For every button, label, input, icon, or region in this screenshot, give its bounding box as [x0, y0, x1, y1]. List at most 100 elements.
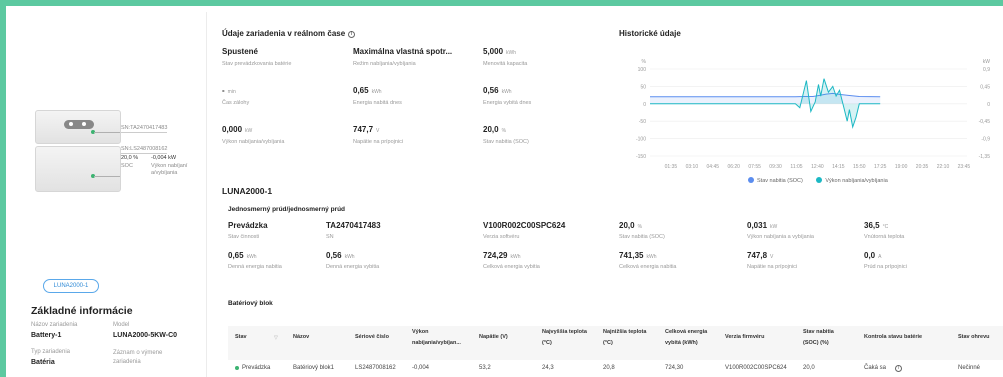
- column-header-line1-1: Názov: [293, 334, 310, 340]
- table-cell-7: 724,30: [665, 365, 684, 371]
- y-right-tick: 0: [987, 102, 990, 108]
- inverter-unit: [35, 110, 121, 144]
- column-header-4[interactable]: Napätie (V): [479, 332, 508, 343]
- column-header-line1-7: Celková energia: [665, 329, 708, 335]
- column-header-line1-8: Verzia firmvéru: [725, 334, 765, 340]
- info-circle-icon[interactable]: i: [895, 365, 902, 372]
- realtime-metric-1-value: Maximálna vlastná spotr...: [353, 47, 453, 56]
- table-cell-9: 20,0: [803, 365, 815, 371]
- column-header-line2-3: nabíjania/vybíjan...: [412, 340, 461, 346]
- y-right-tick: -0,45: [979, 119, 991, 125]
- luna-metric-0-value: Prevádzka: [228, 221, 268, 230]
- table-cell-11: Nečinné: [958, 365, 981, 371]
- column-header-11[interactable]: Stav ohrevu: [958, 332, 989, 343]
- realtime-metric-6-label: Výkon nabíjania/vybíjania: [222, 139, 285, 145]
- x-tick-label: 03:10: [686, 164, 699, 170]
- column-header-2[interactable]: Sériové číslo: [355, 332, 389, 343]
- luna-metric-5-unit: °C: [882, 224, 889, 230]
- realtime-metric-8-unit: %: [501, 128, 507, 134]
- luna-metric-6-value: 0,65 kWh: [228, 251, 257, 260]
- column-header-line2-9: (SOC) (%): [803, 340, 829, 346]
- luna-metric-4-label: Výkon nabíjania a vybíjania: [747, 234, 814, 240]
- luna-metric-6-unit: kWh: [246, 254, 257, 260]
- callout-power-value: -0,004 kW: [151, 155, 177, 161]
- column-header-6[interactable]: Najnižšia teplota (°C): [603, 327, 646, 349]
- luna-metric-0-label: Stav činnosti: [228, 234, 260, 240]
- column-header-1[interactable]: Názov: [293, 332, 309, 343]
- status-dot: [235, 366, 239, 370]
- luna-metric-6-label: Denná energia nabitia: [228, 264, 282, 270]
- callout-soc-value: 20,0 %: [121, 155, 139, 161]
- realtime-metric-8-value: 20,0%: [483, 125, 507, 134]
- filter-icon[interactable]: ▽: [274, 335, 278, 341]
- luna-metric-10-label: Napätie na prípojnici: [747, 264, 798, 270]
- callout-bottom-sn: SN:LS2487008162: [121, 146, 168, 154]
- info-circle-icon[interactable]: i: [348, 31, 356, 38]
- realtime-metric-4-unit: kWh: [371, 89, 382, 95]
- column-header-0[interactable]: Stav: [235, 332, 247, 343]
- battery-unit: [35, 146, 121, 192]
- device-panel: SN:TA2470417483 SN:LS2487008162 20,0 % S…: [6, 6, 206, 377]
- realtime-metric-3-unit: min: [227, 89, 236, 95]
- device-name-label: Názov zariadenia: [31, 322, 78, 328]
- realtime-metric-8-label: Stav nabitia (SOC): [483, 139, 529, 145]
- x-tick-label: 01:35: [665, 164, 678, 170]
- realtime-title: Údaje zariadenia v reálnom čase i: [222, 29, 356, 38]
- device-type-value: Batéria: [31, 359, 55, 366]
- realtime-metric-0-label: Stav prevádzkovania batérie: [222, 61, 292, 67]
- column-header-7[interactable]: Celková energia vybitá (kWh): [665, 327, 707, 349]
- y-right-unit: kW: [983, 59, 991, 65]
- device-chip[interactable]: LUNA2000-1: [43, 279, 99, 293]
- column-header-8[interactable]: Verzia firmvéru: [725, 332, 764, 343]
- legend-swatch-soc: [748, 177, 754, 183]
- column-header-line1-3: Výkon: [412, 329, 429, 335]
- legend-label-power: Výkon nabíjania/vybíjania: [825, 178, 888, 184]
- column-header-line1-4: Napätie (V): [479, 334, 508, 340]
- x-tick-label: 04:45: [707, 164, 720, 170]
- luna-metric-10-unit: V: [770, 254, 774, 260]
- y-left-unit: %: [642, 59, 647, 65]
- luna-metric-3-unit: %: [637, 224, 643, 230]
- luna-metric-11-unit: A: [878, 254, 882, 260]
- luna-metric-9-unit: kWh: [646, 254, 657, 260]
- history-chart[interactable]: 100 0,9 50 0,45 0 0 -50 -0,45 -100 -0,9 -150 -1,35%…: [622, 52, 1002, 192]
- luna-metric-1-value: TA2470417483: [326, 221, 381, 230]
- column-header-10[interactable]: Kontrola stavu batérie: [864, 332, 922, 343]
- panel-divider: [206, 12, 207, 377]
- column-header-3[interactable]: Výkon nabíjania/vybíjan...: [412, 327, 461, 349]
- realtime-metric-6-value: 0,000 kW: [222, 125, 253, 134]
- table-cell-10[interactable]: Čaká sa: [864, 365, 886, 371]
- realtime-metric-7-unit: V: [376, 128, 380, 134]
- legend-item-power[interactable]: Výkon nabíjania/vybíjania: [816, 177, 888, 184]
- luna-metric-2-value: V100R002C00SPC624: [483, 221, 566, 230]
- y-right-tick: -1,35: [979, 154, 991, 160]
- table-cell-6: 20,8: [603, 365, 615, 371]
- x-tick-label: 15:50: [853, 164, 866, 170]
- x-tick-label: 09:30: [769, 164, 782, 170]
- column-header-5[interactable]: Najvyššia teplota (°C): [542, 327, 587, 349]
- realtime-metric-5-value: 0,56 kWh: [483, 86, 512, 95]
- legend-label-soc: Stav nabitia (SOC): [757, 178, 803, 184]
- luna-title: LUNA2000-1: [222, 186, 273, 196]
- luna-metric-9-label: Celková energia nabitia: [619, 264, 677, 270]
- x-tick-label: 12:40: [811, 164, 824, 170]
- legend-swatch-power: [816, 177, 823, 183]
- luna-metric-1-label: SN: [326, 234, 334, 240]
- history-title: Historické údaje: [619, 29, 681, 38]
- x-tick-label: 20:35: [916, 164, 929, 170]
- realtime-metric-5-label: Energia vybitá dnes: [483, 100, 532, 106]
- y-left-tick: -50: [639, 119, 646, 125]
- realtime-metric-3-label: Čas zálohy: [222, 100, 250, 106]
- column-header-9[interactable]: Stav nabitia (SOC) (%): [803, 327, 834, 349]
- replacement-record-link[interactable]: Záznam o výmene zariadenia: [113, 349, 173, 367]
- y-right-tick: 0,45: [980, 84, 990, 90]
- column-header-line1-10: Kontrola stavu batérie: [864, 334, 923, 340]
- realtime-metric-3-value: - min: [222, 86, 236, 95]
- legend-item-soc[interactable]: Stav nabitia (SOC): [748, 177, 803, 184]
- basic-info-title: Základné informácie: [31, 305, 133, 317]
- luna-metric-3-value: 20,0%: [619, 221, 643, 230]
- x-tick-label: 06:20: [727, 164, 740, 170]
- realtime-metric-1-label: Režim nabíjania/vybíjania: [353, 61, 416, 67]
- luna-metric-10-value: 747,8 V: [747, 251, 774, 260]
- y-left-tick: -150: [636, 154, 646, 160]
